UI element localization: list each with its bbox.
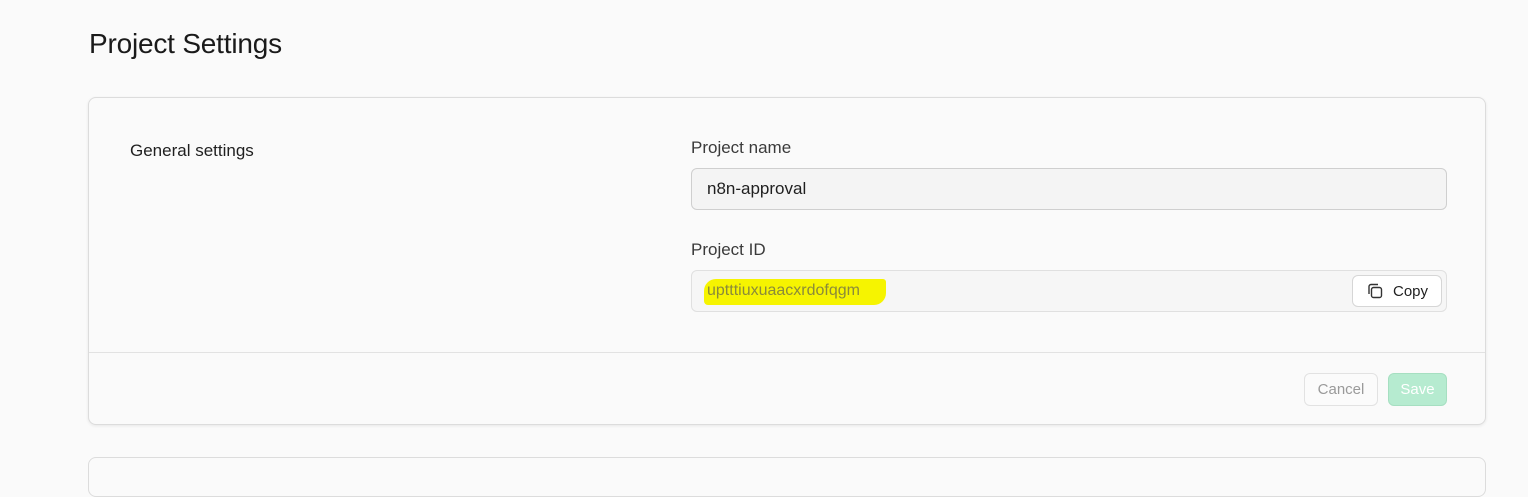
cancel-button[interactable]: Cancel [1304,373,1378,406]
project-id-label: Project ID [691,240,766,259]
footer-divider [89,352,1485,353]
project-name-label: Project name [691,138,792,157]
general-settings-card: General settings Project name Project ID… [88,97,1486,425]
save-button[interactable]: Save [1388,373,1447,406]
project-id-value: uptttiuxuaacxrdofqgm [704,279,886,305]
copy-icon [1366,282,1384,300]
project-id-field: uptttiuxuaacxrdofqgm Copy [691,270,1447,312]
project-name-input[interactable] [691,168,1447,210]
section-label: General settings [130,141,254,160]
page-title: Project Settings [89,28,282,59]
next-settings-card [88,457,1486,497]
copy-button-label: Copy [1392,282,1429,300]
copy-button[interactable]: Copy [1352,275,1442,307]
